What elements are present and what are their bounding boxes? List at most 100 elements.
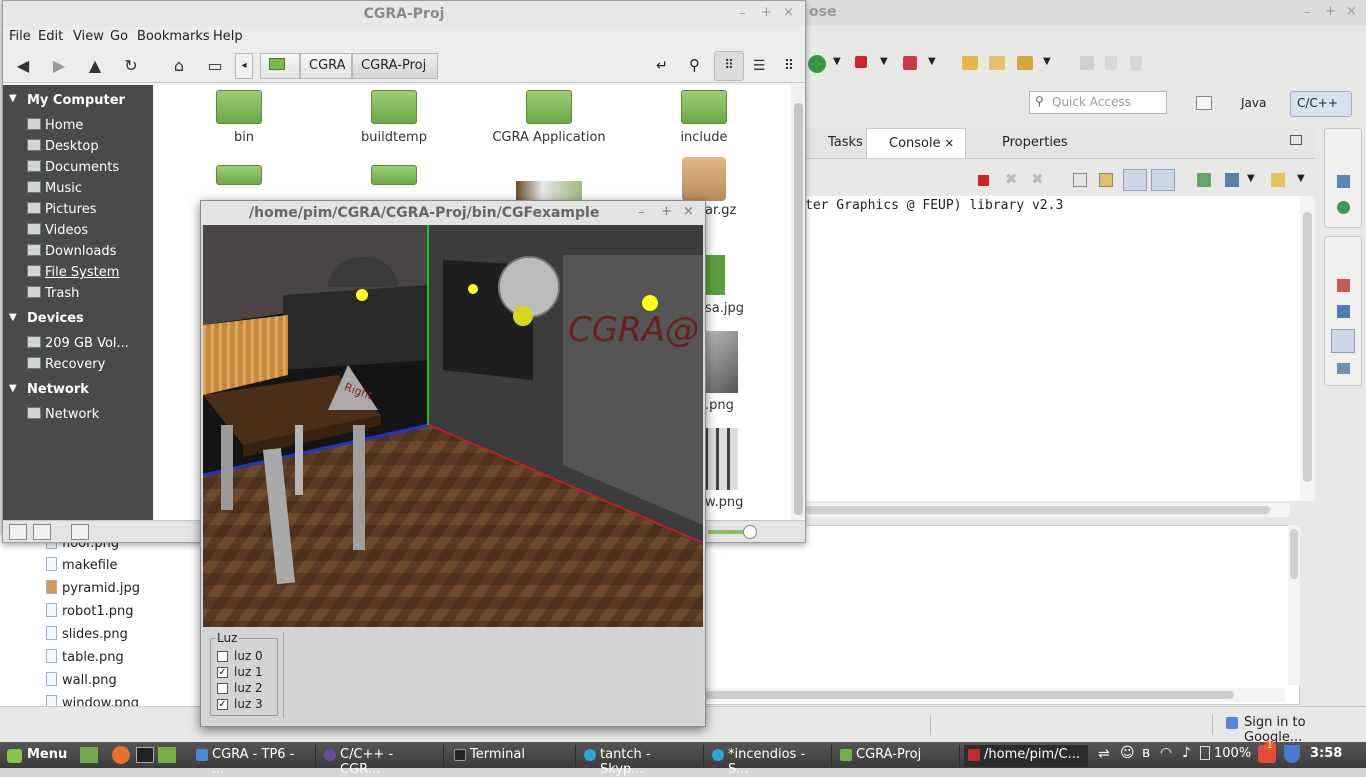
remove-all-icon[interactable]: ✖: [1031, 170, 1044, 188]
menu-edit[interactable]: Edit: [38, 29, 63, 44]
expand-icon[interactable]: ▼: [9, 312, 17, 323]
tree-file[interactable]: makefile: [46, 557, 118, 579]
outline-icon[interactable]: [1337, 175, 1350, 188]
java-perspective-button[interactable]: Java: [1234, 91, 1273, 117]
sidebar-item-recovery[interactable]: Recovery: [27, 357, 105, 372]
eclipse-maximize-button[interactable]: +: [1325, 4, 1336, 19]
tab-properties[interactable]: Properties: [980, 128, 1074, 158]
breadcrumb-left-button[interactable]: ◂: [235, 53, 253, 79]
show-stderr-icon[interactable]: [1151, 169, 1175, 191]
path-toggle-icon[interactable]: ↵: [656, 58, 668, 74]
display-console-icon[interactable]: [1225, 173, 1239, 187]
bluetooth-icon[interactable]: ʙ: [1142, 745, 1150, 761]
problems-icon[interactable]: [1337, 279, 1350, 292]
cpp-perspective-button[interactable]: C/C++: [1290, 91, 1352, 117]
file-view-scrollbar-thumb[interactable]: [794, 103, 803, 515]
wifi-icon[interactable]: ◠: [1160, 745, 1172, 761]
task-chrome[interactable]: CGRA - TP6 - ...: [192, 745, 316, 777]
scroll-lock-icon[interactable]: [1099, 173, 1113, 187]
folder-item[interactable]: buildtemp: [354, 90, 434, 145]
light-1-checkbox[interactable]: ✓: [217, 667, 228, 678]
stop-icon[interactable]: [855, 56, 867, 68]
google-sign-in-link[interactable]: Sign in to Google...: [1244, 715, 1366, 745]
shield-icon[interactable]: [1284, 745, 1300, 763]
pin-console-icon[interactable]: [1197, 173, 1211, 187]
eclipse-minimize-button[interactable]: –: [1304, 5, 1311, 20]
menu-go[interactable]: Go: [110, 29, 128, 44]
show-desktop-icon[interactable]: [80, 747, 98, 763]
file-view-scrollbar[interactable]: [792, 85, 805, 520]
console-trim-icon[interactable]: [1331, 329, 1355, 353]
sidebar-item-volume[interactable]: 209 GB Vol...: [27, 336, 129, 351]
run-dropdown-icon[interactable]: ▼: [833, 56, 841, 67]
task-files[interactable]: CGRA-Proj: [836, 745, 960, 767]
volume-icon[interactable]: ♪: [1182, 745, 1191, 761]
external-tools-dropdown-icon[interactable]: ▼: [928, 56, 936, 67]
editor-vscrollbar[interactable]: [1288, 525, 1300, 685]
open-folder-icon[interactable]: [989, 56, 1005, 70]
files-icon[interactable]: [158, 747, 176, 763]
task-eclipse[interactable]: C/C++ - CGR...: [320, 745, 444, 777]
sidebar-item-pictures[interactable]: Pictures: [27, 202, 96, 217]
search-icon[interactable]: ⚲: [689, 56, 700, 74]
zoom-slider-handle[interactable]: [743, 525, 757, 539]
battery-icon[interactable]: [1200, 746, 1210, 760]
share-icon[interactable]: ⇌: [1098, 746, 1110, 762]
menu-help[interactable]: Help: [213, 29, 243, 44]
light-2-checkbox[interactable]: [217, 683, 228, 694]
console-scrollbar[interactable]: [1300, 196, 1315, 501]
compact-view-icon[interactable]: ⠿: [777, 55, 801, 77]
sidebar-item-desktop[interactable]: Desktop: [27, 139, 99, 154]
new-console-icon[interactable]: [1271, 173, 1285, 187]
light-3-checkbox[interactable]: ✓: [217, 699, 228, 710]
sidebar-item-music[interactable]: Music: [27, 181, 82, 196]
external-tools-icon[interactable]: [903, 56, 917, 70]
search-dropdown-icon[interactable]: ▼: [1043, 56, 1051, 67]
maximize-button[interactable]: +: [661, 204, 672, 219]
minimize-button[interactable]: –: [739, 6, 746, 21]
icon-view-button[interactable]: ⠿: [714, 51, 744, 81]
clear-console-icon[interactable]: [1073, 173, 1087, 187]
folder-icon[interactable]: [371, 165, 417, 185]
forward-arrow-icon[interactable]: ▶: [47, 55, 71, 77]
maximize-button[interactable]: +: [761, 5, 772, 20]
hide-sidebar-icon[interactable]: [71, 524, 89, 540]
tree-file[interactable]: slides.png: [46, 626, 128, 648]
start-menu-button[interactable]: Menu: [3, 745, 75, 767]
menu-bookmarks[interactable]: Bookmarks: [137, 29, 210, 44]
maximize-view-icon[interactable]: [1290, 135, 1302, 145]
image-thumbnail[interactable]: [705, 331, 738, 393]
run-icon[interactable]: [808, 55, 826, 73]
folder-item[interactable]: CGRA Application: [489, 90, 609, 145]
firefox-icon[interactable]: [112, 746, 130, 764]
folder-item[interactable]: include: [664, 90, 744, 145]
archive-icon[interactable]: [682, 157, 726, 201]
task-skype-chat[interactable]: *incendios - S...: [708, 745, 832, 777]
image-thumbnail[interactable]: [516, 181, 582, 201]
breadcrumb-cgra[interactable]: CGRA: [300, 53, 352, 79]
task-cgfexample[interactable]: /home/pim/C...: [964, 745, 1088, 767]
search-tool-icon[interactable]: [1017, 56, 1033, 70]
tree-file[interactable]: table.png: [46, 649, 124, 671]
console-scrollbar-thumb[interactable]: [1303, 212, 1312, 482]
display-console-dropdown-icon[interactable]: ▼: [1247, 173, 1255, 184]
terminate-icon[interactable]: [978, 175, 989, 186]
console-output[interactable]: ter Graphics @ FEUP) library v2.3: [805, 196, 1300, 501]
folder-icon[interactable]: [216, 165, 262, 185]
menu-view[interactable]: View: [73, 29, 104, 44]
close-icon[interactable]: ✕: [945, 137, 954, 150]
tab-console[interactable]: Console ✕: [866, 128, 966, 158]
user-icon[interactable]: ☺: [1120, 745, 1135, 761]
sidebar-item-trash[interactable]: Trash: [27, 286, 79, 301]
minimize-button[interactable]: –: [638, 205, 645, 220]
show-stdout-icon[interactable]: [1123, 169, 1147, 191]
annotation-icon[interactable]: [1080, 56, 1094, 70]
next-annotation-icon[interactable]: [1105, 56, 1117, 70]
tree-file[interactable]: window.png: [46, 695, 139, 706]
menu-file[interactable]: File: [9, 29, 31, 44]
expand-icon[interactable]: ▼: [9, 383, 17, 394]
pilcrow-icon[interactable]: [1130, 56, 1142, 70]
open-type-icon[interactable]: [962, 56, 978, 70]
computer-icon[interactable]: ▭: [203, 55, 227, 77]
eclipse-close-button[interactable]: ×: [1346, 4, 1357, 19]
